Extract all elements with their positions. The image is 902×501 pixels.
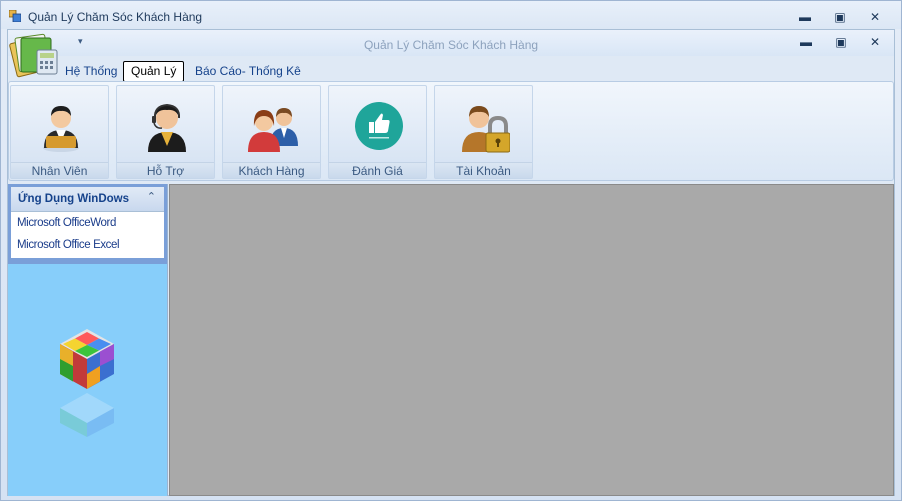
nav-group-header[interactable]: Ứng Dụng WinDows ⌃ [11,187,164,212]
support-button-label: Hỗ Trợ [117,162,214,178]
mdi-container: Quản Lý Chăm Sóc Khách Hàng ▾ ▬ ▣ ✕ Hệ T… [7,29,895,496]
ribbon-panel: Nhân Viên Hỗ Trợ Khách Hàng Đánh Giá Tài… [8,81,894,181]
nav-group-items: Microsoft OfficeWord Microsoft Office Ex… [11,212,164,258]
customers-icon [248,108,298,152]
account-lock-icon [462,106,510,153]
employee-button[interactable]: Nhân Viên [10,85,109,179]
left-nav-panel: Ứng Dụng WinDows ⌃ Microsoft OfficeWord … [8,184,168,496]
minimize-button[interactable]: ▬ [790,7,820,27]
mdi-minimize-button[interactable]: ▬ [791,32,821,52]
employee-icon [43,106,79,152]
nav-group-title: Ứng Dụng WinDows [18,193,130,205]
support-button[interactable]: Hỗ Trợ [116,85,215,179]
nav-link-office-word[interactable]: Microsoft OfficeWord [17,217,116,229]
window-titlebar[interactable]: Quản Lý Chăm Sóc Khách Hàng ▬ ▣ ✕ [1,1,901,29]
mdi-title: Quản Lý Chăm Sóc Khách Hàng [363,38,539,52]
account-button[interactable]: Tài Khoản [434,85,533,179]
maximize-button[interactable]: ▣ [825,7,855,27]
rating-button[interactable]: Đánh Giá [328,85,427,179]
main-window: Quản Lý Chăm Sóc Khách Hàng ▬ ▣ ✕ Quản L… [0,0,902,501]
mdi-titlebar[interactable]: Quản Lý Chăm Sóc Khách Hàng ▾ ▬ ▣ ✕ [8,30,894,56]
menu-tab-strip: Hệ Thống Quản Lý Báo Cáo- Thống Kê [8,60,894,82]
close-button[interactable]: ✕ [860,7,890,27]
customers-button[interactable]: Khách Hàng [222,85,321,179]
customers-button-label: Khách Hàng [223,162,320,178]
nav-link-office-excel[interactable]: Microsoft Office Excel [17,239,120,251]
app-window-icon [9,10,21,22]
rating-icon [355,102,403,150]
mdi-close-button[interactable]: ✕ [860,32,890,52]
tab-bao-cao-thong-ke[interactable]: Báo Cáo- Thống Kê [187,61,309,82]
cube-logo-icon [60,329,114,437]
tab-he-thong[interactable]: Hệ Thống [57,61,125,82]
rating-button-label: Đánh Giá [329,162,426,178]
collapse-chevron-icon[interactable]: ⌃ [147,190,156,203]
tab-quan-ly[interactable]: Quản Lý [123,61,185,82]
employee-button-label: Nhân Viên [11,162,108,178]
quick-access-dropdown[interactable]: ▾ [78,36,83,47]
nav-group: Ứng Dụng WinDows ⌃ Microsoft OfficeWord … [8,184,167,264]
mdi-workspace[interactable] [169,184,894,496]
account-button-label: Tài Khoản [435,162,532,178]
mdi-maximize-button[interactable]: ▣ [826,32,856,52]
support-icon [148,103,186,152]
window-title: Quản Lý Chăm Sóc Khách Hàng [28,10,203,24]
